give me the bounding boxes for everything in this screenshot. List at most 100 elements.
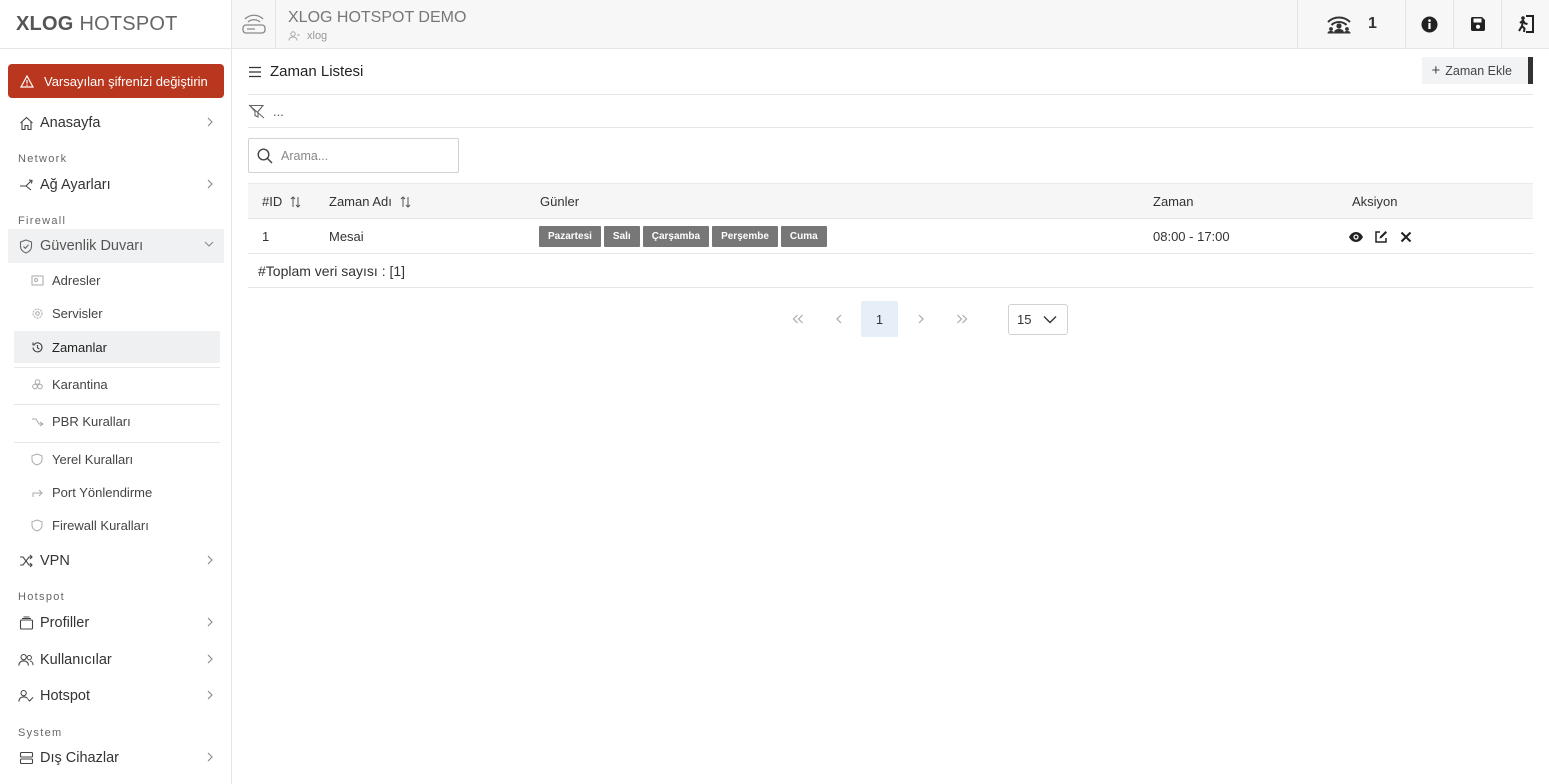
sidebar-subitem-times[interactable]: Zamanlar bbox=[14, 331, 220, 363]
sidebar-item-profiles[interactable]: Profiller bbox=[8, 606, 224, 640]
search-icon bbox=[257, 147, 273, 163]
save-icon bbox=[1470, 17, 1485, 31]
sidebar-subitem-quarantine[interactable]: Karantina bbox=[14, 368, 220, 400]
sidebar-item-firewall[interactable]: Güvenlik Duvarı bbox=[8, 229, 224, 263]
edit-button[interactable] bbox=[1373, 229, 1389, 245]
filter-text: ... bbox=[273, 103, 284, 119]
column-name[interactable]: Zaman Adı bbox=[329, 194, 411, 209]
column-time: Zaman bbox=[1153, 194, 1193, 209]
chevron-right-icon bbox=[207, 117, 213, 127]
section-firewall: Firewall bbox=[18, 215, 67, 227]
page-size-select[interactable]: 15 bbox=[1008, 303, 1068, 335]
change-password-alert[interactable]: Varsayılan şifrenizi değiştirin bbox=[8, 64, 224, 98]
chevron-right-icon bbox=[207, 617, 213, 627]
history-icon bbox=[30, 340, 44, 354]
pagination: 1 15 bbox=[779, 301, 1068, 337]
home-icon bbox=[18, 115, 34, 131]
add-time-button[interactable]: + Zaman Ekle bbox=[1421, 57, 1533, 84]
chevron-right-icon bbox=[207, 654, 213, 664]
day-badge: Perşembe bbox=[712, 226, 778, 247]
sidebar-item-label: Güvenlik Duvarı bbox=[40, 238, 144, 254]
first-page-button[interactable] bbox=[779, 301, 816, 337]
save-button[interactable] bbox=[1453, 0, 1501, 48]
sidebar-item-label: Profiller bbox=[40, 615, 90, 631]
section-system: System bbox=[18, 727, 63, 739]
delete-button[interactable] bbox=[1398, 229, 1414, 245]
sidebar-item-label: VPN bbox=[40, 553, 70, 569]
column-action: Aksiyon bbox=[1352, 194, 1398, 209]
sidebar-subitem-label: Servisler bbox=[52, 305, 103, 321]
cell-name: Mesai bbox=[329, 229, 364, 244]
shuffle-icon bbox=[18, 553, 34, 569]
cards-icon bbox=[18, 615, 34, 631]
edit-icon bbox=[1375, 231, 1387, 243]
sort-icon bbox=[400, 195, 411, 208]
column-name-label: Zaman Adı bbox=[329, 194, 392, 209]
sidebar-subitem-firewall-rules[interactable]: Firewall Kuralları bbox=[14, 509, 220, 541]
column-id-label: #ID bbox=[262, 194, 283, 209]
sidebar-item-vpn[interactable]: VPN bbox=[8, 544, 224, 578]
shield-icon bbox=[30, 452, 44, 466]
warning-icon bbox=[20, 74, 34, 88]
online-users-button[interactable]: 1 bbox=[1297, 0, 1405, 48]
sidebar-subitem-addresses[interactable]: Adresler bbox=[14, 264, 220, 296]
username: xlog bbox=[307, 30, 328, 42]
sidebar: XLOG HOTSPOT Varsayılan şifrenizi değişt… bbox=[0, 0, 232, 784]
current-user: xlog bbox=[288, 30, 327, 42]
shield-icon bbox=[30, 518, 44, 532]
chevron-right-icon bbox=[207, 690, 213, 700]
table-row: 1 Mesai Pazartesi Salı Çarşamba Perşembe… bbox=[248, 219, 1533, 254]
user-check-icon bbox=[18, 688, 34, 704]
sidebar-subitem-port-forwarding[interactable]: Port Yönlendirme bbox=[14, 476, 220, 508]
chevron-right-icon bbox=[207, 179, 213, 189]
sidebar-item-users[interactable]: Kullanıcılar bbox=[8, 643, 224, 677]
filter-bar[interactable]: ... bbox=[248, 95, 1533, 128]
brand-logo[interactable]: XLOG HOTSPOT bbox=[0, 0, 231, 49]
table-header: #ID Zaman Adı Günler Zaman Aksiyon bbox=[248, 183, 1533, 219]
logout-button[interactable] bbox=[1501, 0, 1549, 48]
address-book-icon bbox=[30, 273, 44, 287]
chevron-right-icon bbox=[207, 752, 213, 762]
sidebar-subitem-services[interactable]: Servisler bbox=[14, 297, 220, 329]
prev-page-button[interactable] bbox=[820, 301, 857, 337]
eye-icon bbox=[1349, 232, 1363, 242]
page-header: Zaman Listesi + Zaman Ekle bbox=[248, 57, 1533, 95]
search-box[interactable] bbox=[248, 138, 459, 173]
sidebar-item-network-settings[interactable]: Ağ Ayarları bbox=[8, 168, 224, 202]
sidebar-item-label: Anasayfa bbox=[40, 115, 101, 131]
sidebar-subitem-pbr-rules[interactable]: PBR Kuralları bbox=[14, 405, 220, 437]
sidebar-item-external-devices[interactable]: Dış Cihazlar bbox=[8, 741, 224, 775]
door-exit-icon bbox=[1518, 15, 1534, 33]
divider bbox=[275, 0, 276, 48]
chevron-right-icon bbox=[207, 555, 213, 565]
plus-icon: + bbox=[1431, 62, 1441, 79]
biohazard-icon bbox=[30, 377, 44, 391]
time-table: #ID Zaman Adı Günler Zaman Aksiyon 1 Mes… bbox=[248, 183, 1533, 288]
site-title: XLOG HOTSPOT DEMO bbox=[288, 9, 467, 26]
info-button[interactable] bbox=[1405, 0, 1453, 48]
gear-icon bbox=[30, 306, 44, 320]
chevron-down-icon bbox=[204, 241, 214, 247]
sidebar-item-hotspot[interactable]: Hotspot bbox=[8, 679, 224, 713]
last-page-button[interactable] bbox=[943, 301, 980, 337]
search-input[interactable] bbox=[281, 148, 451, 163]
page-title-text: Zaman Listesi bbox=[270, 63, 364, 80]
sidebar-item-home[interactable]: Anasayfa bbox=[8, 106, 224, 140]
column-days-label: Günler bbox=[540, 194, 580, 209]
chevron-right-icon bbox=[918, 314, 924, 324]
cell-days: Pazartesi Salı Çarşamba Perşembe Cuma bbox=[539, 226, 830, 247]
sidebar-subitem-local-rules[interactable]: Yerel Kuralları bbox=[14, 443, 220, 475]
view-button[interactable] bbox=[1348, 229, 1364, 245]
router-icon bbox=[240, 12, 268, 36]
total-count: #Toplam veri sayısı : [1] bbox=[248, 254, 1533, 288]
page-number: 1 bbox=[875, 311, 884, 327]
column-id[interactable]: #ID bbox=[262, 194, 301, 209]
page-title: Zaman Listesi bbox=[248, 63, 363, 80]
user-icon bbox=[288, 31, 300, 41]
page-number-button[interactable]: 1 bbox=[861, 301, 898, 337]
add-time-label: Zaman Ekle bbox=[1445, 63, 1512, 78]
column-action-label: Aksiyon bbox=[1352, 194, 1398, 209]
next-page-button[interactable] bbox=[902, 301, 939, 337]
chevron-left-icon bbox=[835, 314, 841, 324]
menu-icon bbox=[249, 66, 261, 77]
